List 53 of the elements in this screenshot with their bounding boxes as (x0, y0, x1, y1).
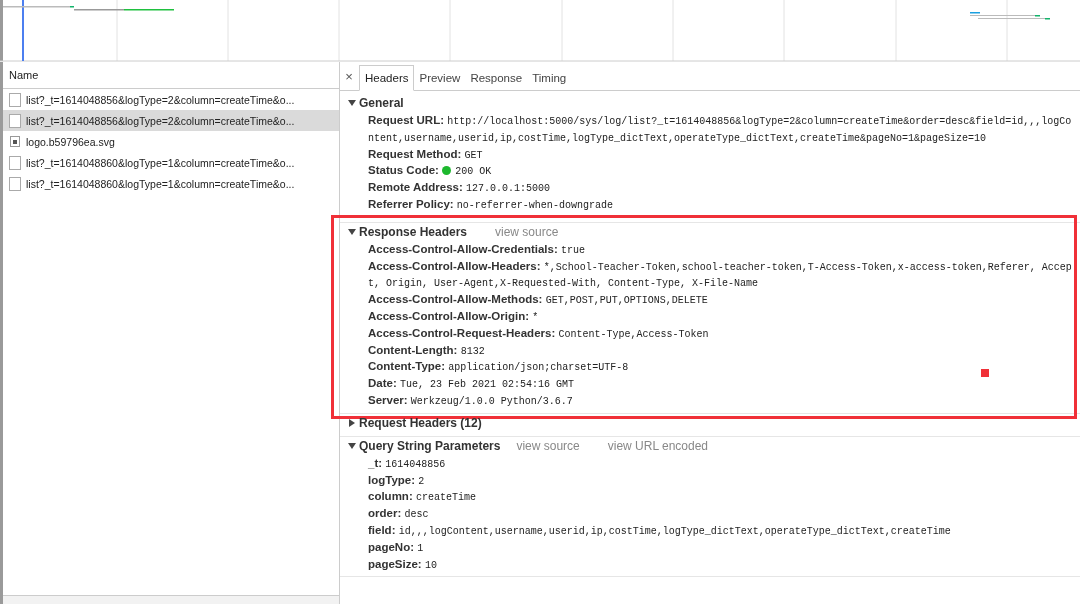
section-header[interactable]: Query String Parameters (359, 438, 501, 453)
tab[interactable]: Preview (414, 66, 466, 90)
request-row[interactable]: list?_t=1614048860&logType=1&column=createTime&o... (3, 152, 339, 173)
header-row-text: Access-Control-Allow-Headers: *,School-Teacher-Token,school-teacher-token,T-Access-Token,x-access-token,Referer, Accept, Origin, User-Agent,X-Requested-With, Content-Type, X-File-Name (368, 258, 1073, 292)
header-row-text: Request URL: http://localhost:5000/sys/log/list?_t=1614048856&logType=2&column=createTime&order=desc&field=id,,,logContent,username,userid,ip,costTime,logType_dictText,operateType_dictText,createTime&pageNo=1&pageSize=10 (368, 113, 1073, 146)
header-row-text: pageSize: 10 (368, 556, 437, 573)
request-row[interactable]: logo.b59796ea.svg (3, 131, 339, 152)
header-row-text: field: id,,,logContent,username,userid,ip,costTime,logType_dictText,operateType_dictText,createTime (368, 522, 951, 539)
tab[interactable]: Headers (359, 65, 415, 91)
request-name: list?_t=1614048856&logType=2&column=createTime&o... (26, 114, 295, 127)
file-icon (9, 155, 21, 170)
header-row-text: pageNo: 1 (368, 539, 424, 556)
header-row-text: Server: Werkzeug/1.0.0 Python/3.6.7 (368, 392, 573, 409)
image-file-icon (10, 136, 20, 147)
header-row-text: Referrer Policy: no-referrer-when-downgrade (368, 197, 613, 213)
section-header[interactable]: General (359, 96, 479, 110)
header-row-text: Access-Control-Allow-Credentials: true (368, 241, 585, 258)
caret-icon[interactable] (348, 441, 356, 450)
section-header[interactable]: Response Headers (359, 224, 479, 239)
annotation-mark (981, 368, 989, 377)
request-row[interactable]: list?_t=1614048860&logType=1&column=createTime&o... (3, 173, 339, 194)
file-icon (9, 176, 21, 191)
request-name: list?_t=1614048856&logType=2&column=createTime&o... (26, 93, 295, 106)
header-row-text: _t: 1614048856 (368, 455, 446, 472)
caret-icon[interactable] (348, 227, 356, 236)
header-row-text: Status Code: 200 OK (368, 163, 492, 180)
header-row-text: Content-Type: application/json;charset=UTF-8 (368, 359, 629, 376)
header-row-text: Access-Control-Request-Headers: Content-Type,Access-Token (368, 325, 709, 342)
caret-icon[interactable] (348, 418, 356, 427)
header-row-text: Date: Tue, 23 Feb 2021 02:54:16 GMT (368, 376, 574, 392)
section-header[interactable]: Request Headers (12) (359, 415, 482, 430)
header-row-text: Request Method: GET (368, 146, 483, 163)
tab[interactable]: Response (465, 66, 528, 90)
request-row[interactable]: list?_t=1614048856&logType=2&column=createTime&o... (3, 89, 339, 110)
close-button[interactable]: × (342, 68, 356, 84)
request-name: list?_t=1614048860&logType=1&column=createTime&o... (26, 156, 295, 169)
header-row-text: Access-Control-Allow-Origin: * (368, 308, 539, 325)
header-row-text: Content-Length: 8132 (368, 342, 485, 359)
request-name: list?_t=1614048860&logType=1&column=createTime&o... (26, 177, 295, 190)
caret-icon[interactable] (348, 99, 356, 107)
header-row-text: column: createTime (368, 489, 476, 506)
view-link[interactable]: view URL encoded (607, 438, 709, 453)
header-row-text: Remote Address: 127.0.0.1:5000 (368, 180, 550, 196)
tab[interactable]: Timing (527, 66, 572, 90)
header-row-text: logType: 2 (368, 472, 425, 489)
request-row[interactable]: list?_t=1614048856&logType=2&column=createTime&o... (3, 110, 339, 131)
view-link[interactable]: view source (495, 224, 559, 239)
header-row-text: order: desc (368, 506, 429, 522)
request-name: logo.b59796ea.svg (26, 135, 115, 148)
header-row-text: Access-Control-Allow-Methods: GET,POST,PUT,OPTIONS,DELETE (368, 292, 708, 308)
file-icon (9, 113, 21, 128)
view-link[interactable]: view source (516, 438, 580, 453)
file-icon (9, 92, 21, 107)
